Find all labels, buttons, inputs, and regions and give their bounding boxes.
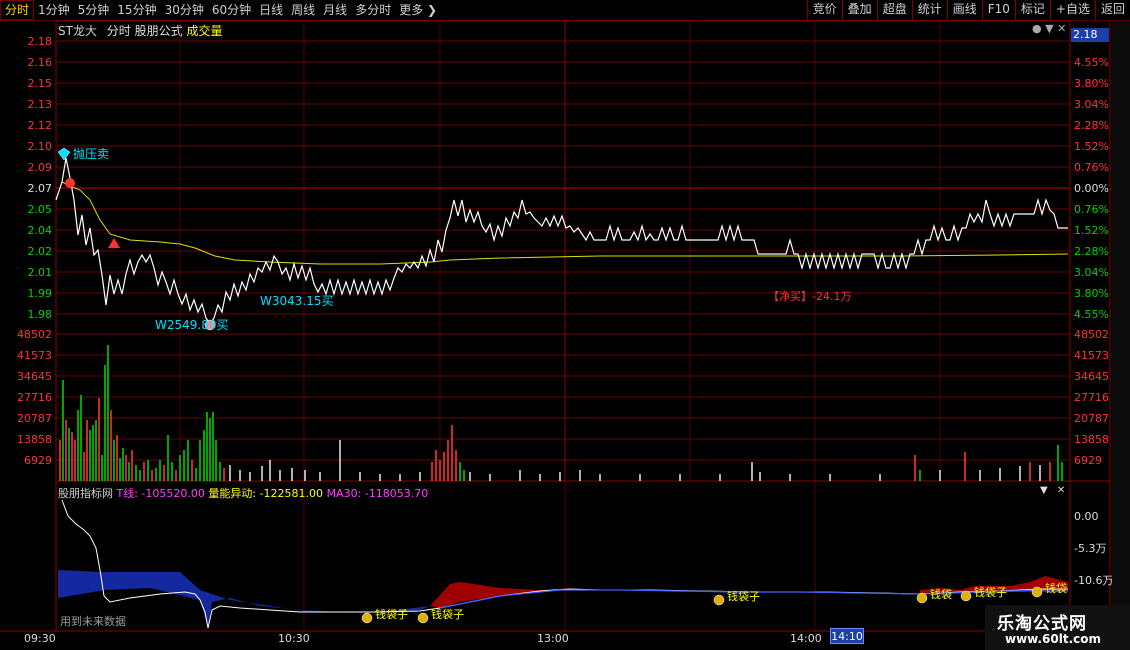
price-label-right: 3.80%	[1074, 287, 1109, 300]
watermark-url: www.60lt.com	[1005, 632, 1102, 646]
price-label-right: 0.00%	[1074, 182, 1109, 195]
ma30-label: MA30: -118053.70	[326, 487, 429, 500]
price-axis-left: 2.18 2.16 2.15 2.13 2.12 2.10 2.09 2.07 2.05 2.04…	[28, 35, 53, 321]
side-panel-strip	[1112, 21, 1130, 605]
volume-label-right: 41573	[1074, 349, 1109, 362]
price-label-left: 2.12	[28, 119, 53, 132]
money-bag-icon	[1031, 586, 1043, 598]
price-label-left: 2.13	[28, 98, 53, 111]
money-bag-label: 钱袋子	[974, 585, 1007, 599]
price-label-left: 2.02	[28, 245, 53, 258]
price-label-right: 3.80%	[1074, 77, 1109, 90]
time-label: 13:00	[537, 632, 569, 645]
watermark: 乐淘公式网 www.60lt.com	[985, 605, 1130, 650]
time-label: 10:30	[278, 632, 310, 645]
price-label-right: 0.76%	[1074, 161, 1109, 174]
indicator-chart	[58, 499, 1068, 629]
price-axis-right: 4.55% 3.80% 3.04% 2.28% 1.52% 0.76% 0.00% 0.76%…	[1074, 56, 1109, 321]
price-label-right: 0.76%	[1074, 203, 1109, 216]
indicator-axis-label: -10.6万	[1074, 574, 1113, 587]
money-bag-icon	[417, 612, 429, 624]
money-bag-signal: 钱袋子	[960, 585, 1007, 602]
price-label-left: 2.09	[28, 161, 53, 174]
cursor-time-tag: 14:10	[830, 628, 864, 644]
volume-label-right: 27716	[1074, 391, 1109, 404]
money-bag-label: 钱袋子	[727, 589, 760, 603]
money-bag-label: 钱袋子	[375, 607, 408, 621]
vol-anomaly-label: 量能异动: -122581.00	[208, 487, 324, 500]
price-label-right: 4.55%	[1074, 56, 1109, 69]
mid-buy-signal-label: W3043.15买	[260, 294, 334, 308]
volume-label-left: 34645	[17, 370, 52, 383]
price-label-right: 3.04%	[1074, 266, 1109, 279]
price-label-left: 1.98	[28, 308, 53, 321]
dropdown-arrow-icon[interactable]: ▼	[1040, 485, 1048, 496]
volume-label-right: 13858	[1074, 433, 1109, 446]
indicator-name: 股朋指标网	[58, 487, 113, 500]
price-label-right: 3.04%	[1074, 98, 1109, 111]
money-bag-signal: 钱袋子	[417, 607, 464, 624]
watermark-title: 乐淘公式网	[997, 614, 1087, 634]
price-label-left: 2.04	[28, 224, 53, 237]
volume-label-right: 20787	[1074, 412, 1109, 425]
volume-label-left: 41573	[17, 349, 52, 362]
net-buy-label: 【净买】-24.1万	[768, 289, 851, 303]
volume-label-left: 27716	[17, 391, 52, 404]
money-bag-icon	[713, 594, 725, 606]
indicator-header: 股朋指标网 T线: -105520.00 量能异动: -122581.00 MA…	[58, 485, 428, 501]
money-bag-icon	[960, 590, 972, 602]
price-label-left: 2.10	[28, 140, 53, 153]
money-bag-label: 钱袋	[1045, 581, 1067, 595]
sell-signal-label: 抛压卖	[73, 146, 109, 161]
volume-axis: 48502 48502 41573 41573 34645 34645 27716 27716…	[17, 328, 1109, 467]
price-label-left: 1.99	[28, 287, 53, 300]
money-bag-icon	[916, 592, 928, 604]
t-line-label: T线: -105520.00	[116, 487, 205, 500]
volume-label-right: 48502	[1074, 328, 1109, 341]
price-label-right: 1.52%	[1074, 140, 1109, 153]
money-bag-label: 钱袋	[930, 587, 952, 601]
volume-label-left: 6929	[24, 454, 52, 467]
indicator-red-area	[430, 582, 570, 608]
indicator-axis-label: -5.3万	[1074, 542, 1106, 555]
money-bag-signal: 钱袋子	[361, 607, 408, 624]
price-line	[55, 157, 1068, 326]
price-label-left: 2.05	[28, 203, 53, 216]
volume-label-left: 13858	[17, 433, 52, 446]
money-bag-signal: 钱袋	[916, 587, 952, 604]
time-label: 09:30	[24, 632, 56, 645]
price-label-right: 4.55%	[1074, 308, 1109, 321]
red-dot-icon	[65, 178, 75, 188]
main-chart: 2.18 2.16 2.15 2.13 2.12 2.10 2.09 2.07 2.05 2.04…	[0, 20, 1113, 645]
signal-markers: 抛压卖 W2549.80买 W3043.15买 【净买】-24.1万	[57, 146, 851, 332]
up-triangle-icon	[108, 238, 120, 248]
price-label-left: 2.01	[28, 266, 53, 279]
money-bag-label: 钱袋子	[431, 607, 464, 621]
time-label: 14:00	[790, 632, 822, 645]
price-label-right: 1.52%	[1074, 224, 1109, 237]
volume-label-right: 6929	[1074, 454, 1102, 467]
indicator-axis-label: 0.00	[1074, 510, 1099, 523]
price-label-right: 2.28%	[1074, 245, 1109, 258]
time-axis: 09:30 10:30 13:00 14:00	[0, 630, 1110, 645]
low-buy-signal-label: W2549.80买	[155, 318, 229, 332]
future-data-notice: 用到未来数据	[60, 615, 126, 628]
volume-label-left: 20787	[17, 412, 52, 425]
close-icon[interactable]: ✕	[1057, 485, 1065, 496]
diamond-icon	[57, 147, 71, 161]
money-bag-icon	[361, 612, 373, 624]
price-label-left: 2.15	[28, 77, 53, 90]
price-label-left: 2.07	[28, 182, 53, 195]
volume-label-right: 34645	[1074, 370, 1109, 383]
price-label-left: 2.16	[28, 56, 53, 69]
volume-label-left: 48502	[17, 328, 52, 341]
indicator-tool-icons: ▼ ✕	[1040, 485, 1065, 496]
volume-bars	[59, 345, 1063, 481]
price-label-left: 2.18	[28, 35, 53, 48]
price-label-right: 2.28%	[1074, 119, 1109, 132]
